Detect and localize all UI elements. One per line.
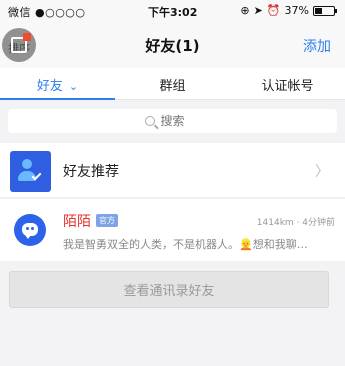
battery-icon bbox=[313, 5, 337, 16]
tab-groups-label: 群组 bbox=[159, 79, 186, 94]
nav-bar: 排序 好友(1) 添加 bbox=[0, 22, 345, 68]
search-bar[interactable] bbox=[8, 109, 337, 133]
search-icon bbox=[144, 116, 155, 126]
bottom-area: 查看通讯录好友 bbox=[0, 262, 345, 366]
friend-recommend-label: 好友推荐 bbox=[63, 164, 119, 180]
battery-percent: 37% bbox=[284, 4, 309, 17]
official-badge: 官方 bbox=[96, 214, 118, 227]
friend-description: 我是智勇双全的人类，不是机器人。👱想和我聊… bbox=[63, 238, 308, 251]
friend-name: 陌陌 bbox=[63, 214, 91, 230]
friend-list-item[interactable]: 陌陌 官方 1414km · 4分钟前 我是智勇双全的人类，不是机器人。👱想和我… bbox=[0, 199, 345, 261]
friend-recommend-icon bbox=[10, 151, 51, 192]
tab-friends[interactable]: 好友 ⌄ bbox=[0, 68, 115, 100]
avatar[interactable] bbox=[14, 214, 46, 246]
status-right: ⊕ ➤ ⏰ 37% bbox=[240, 4, 337, 17]
view-contacts-button[interactable]: 查看通讯录好友 bbox=[9, 271, 329, 308]
tab-verified-label: 认证帐号 bbox=[261, 79, 314, 94]
friend-recommend-row[interactable]: 好友推荐 〉 bbox=[0, 143, 345, 198]
tab-bar: 好友 ⌄ 群组 认证帐号 bbox=[0, 68, 345, 100]
tab-friends-label: 好友 bbox=[36, 79, 63, 94]
search-area bbox=[0, 101, 345, 141]
chevron-down-icon: ⌄ bbox=[68, 80, 79, 93]
status-time: 下午3:02 bbox=[148, 6, 198, 19]
status-bar: 微信 ●○○○○ 下午3:02 ⊕ ➤ ⏰ 37% bbox=[0, 0, 345, 22]
add-button[interactable]: 添加 bbox=[303, 36, 331, 56]
chevron-right-icon: 〉 bbox=[315, 164, 329, 180]
page-title: 好友(1) bbox=[145, 37, 200, 55]
search-input[interactable] bbox=[160, 114, 201, 128]
tab-verified-accounts[interactable]: 认证帐号 bbox=[230, 68, 345, 99]
location-icon: ➤ bbox=[253, 4, 263, 17]
tab-groups[interactable]: 群组 bbox=[115, 68, 230, 99]
carrier-signal: 微信 ●○○○○ bbox=[8, 6, 86, 19]
lock-rotation-icon: ⊕ bbox=[240, 4, 250, 17]
view-contacts-label: 查看通讯录好友 bbox=[123, 284, 215, 299]
friend-distance-time: 1414km · 4分钟前 bbox=[256, 218, 335, 228]
alarm-icon: ⏰ bbox=[266, 4, 281, 17]
